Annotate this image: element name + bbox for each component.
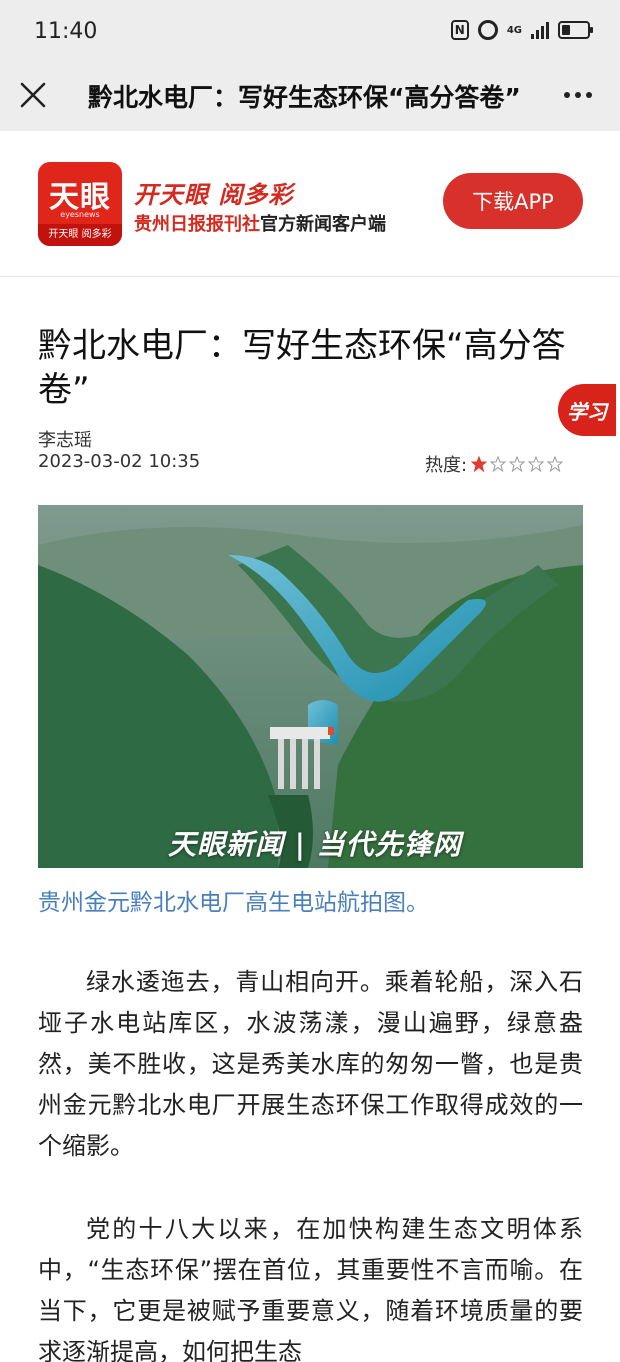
nfc-icon: N — [450, 20, 469, 40]
star-empty-icon — [509, 456, 526, 472]
alarm-icon — [477, 20, 498, 40]
star-empty-icon — [547, 456, 564, 472]
star-empty-icon — [528, 456, 545, 472]
app-logo: 天眼 eyesnews 开天眼 阅多彩 — [38, 162, 122, 246]
logo-foot: 开天眼 阅多彩 — [38, 224, 122, 246]
nav-bar: 黔北水电厂：写好生态环保“高分答卷” — [0, 64, 620, 130]
reservoir-aerial-image — [38, 505, 583, 868]
article-paragraph: 绿水逶迤去，青山相向开。乘着轮船，深入石垭子水电站库区，水波荡漾，漫山遍野，绿意… — [38, 968, 583, 1160]
banner-slogan: 开天眼 阅多彩 — [134, 181, 294, 209]
app-download-banner: 天眼 eyesnews 开天眼 阅多彩 开天眼 阅多彩 贵州日报报刊社官方新闻客… — [0, 131, 620, 277]
battery-icon — [558, 21, 593, 39]
photo-watermark: 天眼新闻 | 当代先锋网 — [168, 828, 462, 861]
article-author: 李志瑶 — [38, 430, 92, 451]
publisher-name: 贵州日报报刊社 — [134, 214, 260, 235]
network-type-icon: 4G — [506, 24, 522, 36]
star-empty-icon — [490, 456, 507, 472]
heat-label: 热度: — [425, 455, 468, 476]
more-icon[interactable] — [564, 92, 592, 98]
top-bar: 11:40 N 4G 黔北水电厂：写好生态环保“高分答卷” — [0, 0, 620, 131]
article-title: 黔北水电厂：写好生态环保“高分答卷” — [38, 326, 566, 410]
client-label: 官方新闻客户端 — [260, 214, 386, 235]
status-time: 11:40 — [34, 19, 98, 44]
banner-subslogan: 贵州日报报刊社官方新闻客户端 — [134, 210, 386, 236]
heat-stars — [471, 456, 564, 472]
download-app-button[interactable]: 下载APP — [443, 173, 583, 229]
article-date: 2023-03-02 10:35 — [38, 451, 201, 472]
logo-sub: eyesnews — [60, 210, 100, 219]
status-icons: N 4G — [450, 20, 593, 40]
nav-title: 黔北水电厂：写好生态环保“高分答卷” — [88, 83, 521, 112]
article-photo: 天眼新闻 | 当代先锋网 — [38, 505, 583, 868]
status-bar: 11:40 N 4G — [0, 0, 620, 64]
close-icon[interactable] — [20, 82, 46, 108]
heat-rating: 热度: — [425, 451, 564, 477]
photo-caption: 贵州金元黔北水电厂高生电站航拍图。 — [38, 890, 429, 916]
star-filled-icon — [471, 456, 488, 472]
article-paragraph: 党的十八大以来，在加快构建生态文明体系中，“生态环保”摆在首位，其重要性不言而喻… — [38, 1215, 583, 1362]
signal-icon — [531, 21, 549, 39]
xuexi-badge[interactable]: 学习 — [558, 384, 616, 436]
